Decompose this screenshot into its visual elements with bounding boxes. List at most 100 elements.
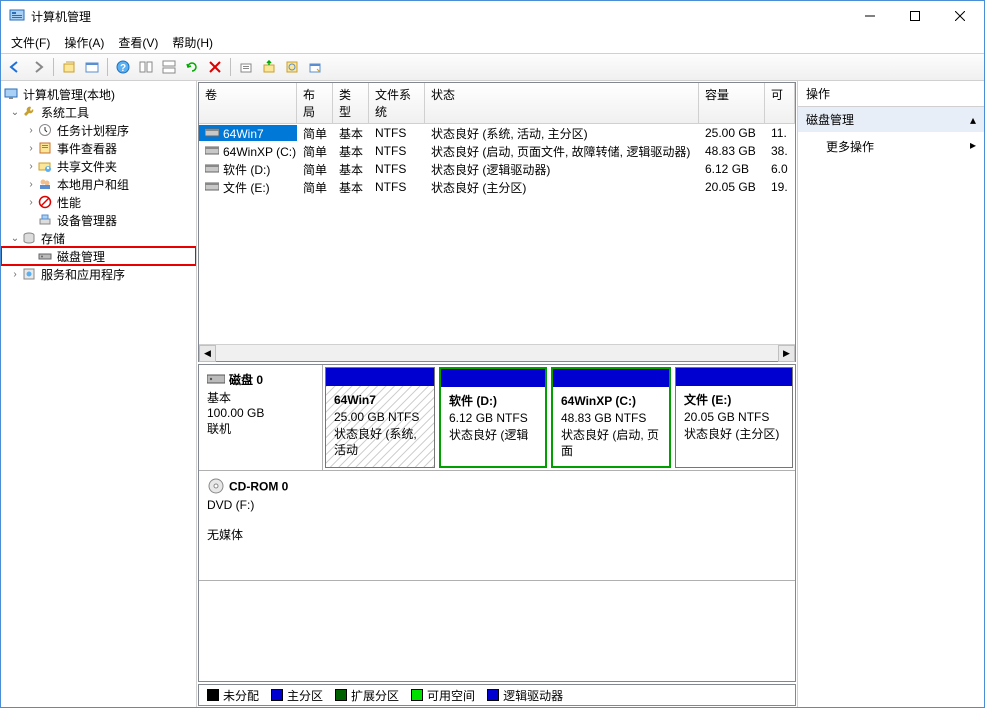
expand-icon[interactable]: › [25,161,37,172]
expand-icon[interactable]: › [9,269,21,280]
computer-icon [3,86,19,102]
tree-shared-folders[interactable]: › 共享文件夹 [1,157,196,175]
scroll-right-icon[interactable]: ▶ [778,345,795,362]
event-icon [37,140,53,156]
actions-more[interactable]: 更多操作 ▸ [798,132,984,161]
disk-row-cdrom[interactable]: CD-ROM 0 DVD (F:) 无媒体 [199,471,795,581]
delete-icon[interactable] [205,57,225,77]
expand-icon[interactable]: › [25,179,37,190]
toolbar-icon-4[interactable] [136,57,156,77]
volume-table[interactable]: 卷 布局 类型 文件系统 状态 容量 可 64Win7简单基本NTFS状态良好 … [198,82,796,362]
volume-icon [205,125,221,139]
minimize-button[interactable] [847,2,892,31]
toolbar-icon-7[interactable] [236,57,256,77]
toolbar: ? [1,53,984,81]
close-button[interactable] [937,2,982,31]
horizontal-scrollbar[interactable]: ◀ ▶ [199,344,795,361]
table-row[interactable]: 文件 (E:)简单基本NTFS状态良好 (主分区)20.05 GB19. [199,178,795,196]
tree-device-manager[interactable]: 设备管理器 [1,211,196,229]
legend-swatch-logical [487,689,499,701]
tree-local-users[interactable]: › 本地用户和组 [1,175,196,193]
legend-swatch-unallocated [207,689,219,701]
partition[interactable]: 文件 (E:)20.05 GB NTFS状态良好 (主分区) [675,367,793,468]
legend-swatch-primary [271,689,283,701]
help-icon[interactable]: ? [113,57,133,77]
users-icon [37,176,53,192]
toolbar-icon-5[interactable] [159,57,179,77]
expand-icon[interactable]: › [25,143,37,154]
col-status[interactable]: 状态 [425,83,699,123]
legend: 未分配 主分区 扩展分区 可用空间 逻辑驱动器 [198,684,796,706]
actions-section[interactable]: 磁盘管理 ▴ [798,107,984,132]
collapse-icon[interactable]: ⌄ [9,107,21,118]
col-layout[interactable]: 布局 [297,83,333,123]
legend-swatch-free [411,689,423,701]
col-filesystem[interactable]: 文件系统 [369,83,425,123]
disk-graphical-pane[interactable]: 磁盘 0 基本 100.00 GB 联机 64Win725.00 GB NTFS… [198,364,796,682]
wrench-icon [21,104,37,120]
toolbar-icon-8[interactable] [259,57,279,77]
back-button[interactable] [5,57,25,77]
cdrom-icon [207,477,225,498]
table-row[interactable]: 64Win7简单基本NTFS状态良好 (系统, 活动, 主分区)25.00 GB… [199,124,795,142]
cdrom-info: CD-ROM 0 DVD (F:) 无媒体 [199,471,327,580]
disk-icon [37,248,53,264]
tree-system-tools[interactable]: ⌄ 系统工具 [1,103,196,121]
menu-help[interactable]: 帮助(H) [166,32,219,53]
tree-services-apps[interactable]: › 服务和应用程序 [1,265,196,283]
tree-disk-management[interactable]: 磁盘管理 [1,247,196,265]
center-pane: 卷 布局 类型 文件系统 状态 容量 可 64Win7简单基本NTFS状态良好 … [197,81,798,707]
clock-icon [37,122,53,138]
actions-title: 操作 [798,81,984,107]
forward-button[interactable] [28,57,48,77]
toolbar-icon-2[interactable] [82,57,102,77]
toolbar-icon-9[interactable] [282,57,302,77]
window-title: 计算机管理 [31,8,847,25]
disk-icon [207,372,225,389]
actions-pane: 操作 磁盘管理 ▴ 更多操作 ▸ [798,81,984,707]
legend-swatch-extended [335,689,347,701]
partition[interactable]: 64WinXP (C:)48.83 GB NTFS状态良好 (启动, 页面 [551,367,671,468]
partition[interactable]: 软件 (D:)6.12 GB NTFS状态良好 (逻辑 [439,367,547,468]
tree-event-viewer[interactable]: › 事件查看器 [1,139,196,157]
toolbar-icon-10[interactable] [305,57,325,77]
disk-row-0[interactable]: 磁盘 0 基本 100.00 GB 联机 64Win725.00 GB NTFS… [199,365,795,471]
collapse-icon[interactable]: ⌄ [9,233,21,244]
column-headers[interactable]: 卷 布局 类型 文件系统 状态 容量 可 [199,83,795,124]
tree-root[interactable]: 计算机管理(本地) [1,85,196,103]
tree-performance[interactable]: › 性能 [1,193,196,211]
device-icon [37,212,53,228]
col-volume[interactable]: 卷 [199,83,297,123]
refresh-icon[interactable] [182,57,202,77]
table-row[interactable]: 软件 (D:)简单基本NTFS状态良好 (逻辑驱动器)6.12 GB6.0 [199,160,795,178]
menu-view[interactable]: 查看(V) [112,32,164,53]
tree-storage[interactable]: ⌄ 存储 [1,229,196,247]
tree-pane[interactable]: 计算机管理(本地) ⌄ 系统工具 › 任务计划程序 › 事件查看器 › 共享文件… [1,81,197,707]
menubar: 文件(F) 操作(A) 查看(V) 帮助(H) [1,31,984,53]
col-type[interactable]: 类型 [333,83,369,123]
expand-icon[interactable]: › [25,197,37,208]
chevron-right-icon: ▸ [970,138,976,155]
folder-share-icon [37,158,53,174]
volume-icon [205,161,221,175]
toolbar-icon-1[interactable] [59,57,79,77]
table-row[interactable]: 64WinXP (C:)简单基本NTFS状态良好 (启动, 页面文件, 故障转储… [199,142,795,160]
prohibit-icon [37,194,53,210]
partition[interactable]: 64Win725.00 GB NTFS状态良好 (系统, 活动 [325,367,435,468]
expand-icon[interactable]: › [25,125,37,136]
menu-file[interactable]: 文件(F) [5,32,56,53]
menu-action[interactable]: 操作(A) [58,32,110,53]
scroll-left-icon[interactable]: ◀ [199,345,216,362]
maximize-button[interactable] [892,2,937,31]
volume-icon [205,143,221,157]
disk-info: 磁盘 0 基本 100.00 GB 联机 [199,365,323,470]
col-free[interactable]: 可 [765,83,795,123]
col-capacity[interactable]: 容量 [699,83,765,123]
svg-text:?: ? [120,63,126,74]
storage-icon [21,230,37,246]
volume-icon [205,179,221,193]
collapse-icon[interactable]: ▴ [970,113,976,127]
app-icon [9,7,25,26]
tree-task-scheduler[interactable]: › 任务计划程序 [1,121,196,139]
services-icon [21,266,37,282]
